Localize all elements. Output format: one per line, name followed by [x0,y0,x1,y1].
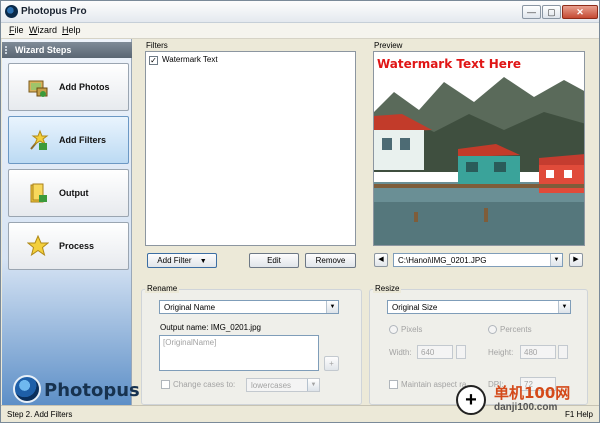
edit-button[interactable]: Edit [249,253,299,268]
preview-image: Watermark Text Here [373,51,585,246]
watermark-site-url: danji100.com [494,402,558,413]
maximize-button[interactable]: ▢ [542,5,561,19]
menu-help[interactable]: Help [62,25,81,35]
pixels-radio[interactable] [389,325,398,334]
height-label: Height: [488,348,514,357]
star-icon [27,235,49,257]
chevron-down-icon: ▼ [558,301,570,313]
step-output[interactable]: Output [8,169,129,217]
output-icon [30,183,47,203]
insert-tag-button[interactable]: + [324,356,339,371]
chevron-down-icon: ▼ [550,254,562,266]
height-field[interactable]: 480 [520,345,556,359]
site-watermark: + 单机100网 danji100.com [456,379,598,422]
percents-label: Percents [500,325,532,334]
preview-label: Preview [374,41,403,50]
menu-file[interactable]: File [9,25,24,35]
case-value: lowercases [251,381,292,390]
preview-photo [374,52,584,245]
logo-text: Photopus [44,380,140,401]
step-output-label: Output [59,188,89,198]
title-bar: Photopus Pro — ▢ ✕ [1,1,599,23]
resize-label: Resize [373,284,402,293]
minimize-button[interactable]: — [522,5,541,19]
wizard-sidebar: Wizard Steps Add Photos Add Filters Outp… [2,39,140,405]
menu-wizard-label: izard [37,25,58,35]
add-filter-button[interactable]: Add Filter ▼ [147,253,217,268]
dropdown-arrow-icon: ▼ [199,258,207,265]
menu-help-label: elp [68,25,81,35]
height-stepper[interactable] [558,345,568,359]
wizard-steps-header: Wizard Steps [2,42,132,58]
rename-mode-value: Original Name [164,303,216,312]
output-name-label: Output name: [160,323,209,332]
status-text: Step 2. Add Filters [7,410,73,419]
logo-icon [13,375,41,403]
watermark-plus-icon: + [456,385,486,415]
filters-label: Filters [146,41,168,50]
menu-wizard[interactable]: Wizard [29,25,57,35]
add-filters-icon [30,129,49,150]
step-add-photos[interactable]: Add Photos [8,63,129,111]
preview-watermark-text: Watermark Text Here [377,57,521,71]
rename-label: Rename [145,284,180,293]
step-add-photos-label: Add Photos [59,82,110,92]
watermark-site-name: 单机100网 [494,384,571,402]
width-stepper[interactable] [456,345,466,359]
filter-item[interactable]: ✓ Watermark Text [149,55,349,67]
filter-item-checkbox[interactable]: ✓ [149,56,158,65]
preview-file-select[interactable]: C:\Hanoi\IMG_0201.JPG ▼ [393,253,563,267]
pixels-label: Pixels [401,325,423,334]
rename-mode-select[interactable]: Original Name ▼ [159,300,339,314]
menu-file-label: ile [14,25,24,35]
maintain-aspect-checkbox[interactable] [389,380,398,389]
width-label: Width: [389,348,412,357]
output-name-row: Output name: IMG_0201.jpg [160,323,261,332]
preview-file-path: C:\Hanoi\IMG_0201.JPG [398,256,487,265]
window-title: Photopus Pro [21,6,87,17]
case-select[interactable]: lowercases ▼ [246,378,320,392]
change-case-label: Change cases to: [173,380,236,389]
filter-item-label: Watermark Text [162,55,218,64]
wizard-steps-title: Wizard Steps [15,45,72,55]
step-add-filters[interactable]: Add Filters [8,116,129,164]
add-filter-label: Add Filter [157,256,192,265]
add-photos-icon [28,80,48,97]
next-image-button[interactable]: ▶ [569,253,583,267]
chevron-down-icon: ▼ [326,301,338,313]
resize-mode-value: Original Size [392,303,438,312]
width-field[interactable]: 640 [417,345,453,359]
step-add-filters-label: Add Filters [59,135,107,145]
filter-list[interactable]: ✓ Watermark Text [145,51,356,246]
photopus-logo: Photopus [10,373,140,409]
step-process-label: Process [59,241,95,251]
remove-button[interactable]: Remove [305,253,356,268]
step-process[interactable]: Process [8,222,129,270]
app-icon [5,5,18,18]
rename-pattern-field[interactable]: [OriginalName] [159,335,319,371]
menu-wizard-accel: W [29,25,38,35]
output-name-value: IMG_0201.jpg [210,323,261,332]
chevron-down-icon: ▼ [307,379,319,391]
menu-bar: File Wizard Help [1,23,599,39]
percents-radio[interactable] [488,325,497,334]
close-button[interactable]: ✕ [562,5,598,19]
change-case-checkbox[interactable] [161,380,170,389]
grip-icon [5,46,11,54]
app-window: Photopus Pro — ▢ ✕ File Wizard Help Wiza… [0,0,600,423]
prev-image-button[interactable]: ◀ [374,253,388,267]
resize-mode-select[interactable]: Original Size ▼ [387,300,571,314]
